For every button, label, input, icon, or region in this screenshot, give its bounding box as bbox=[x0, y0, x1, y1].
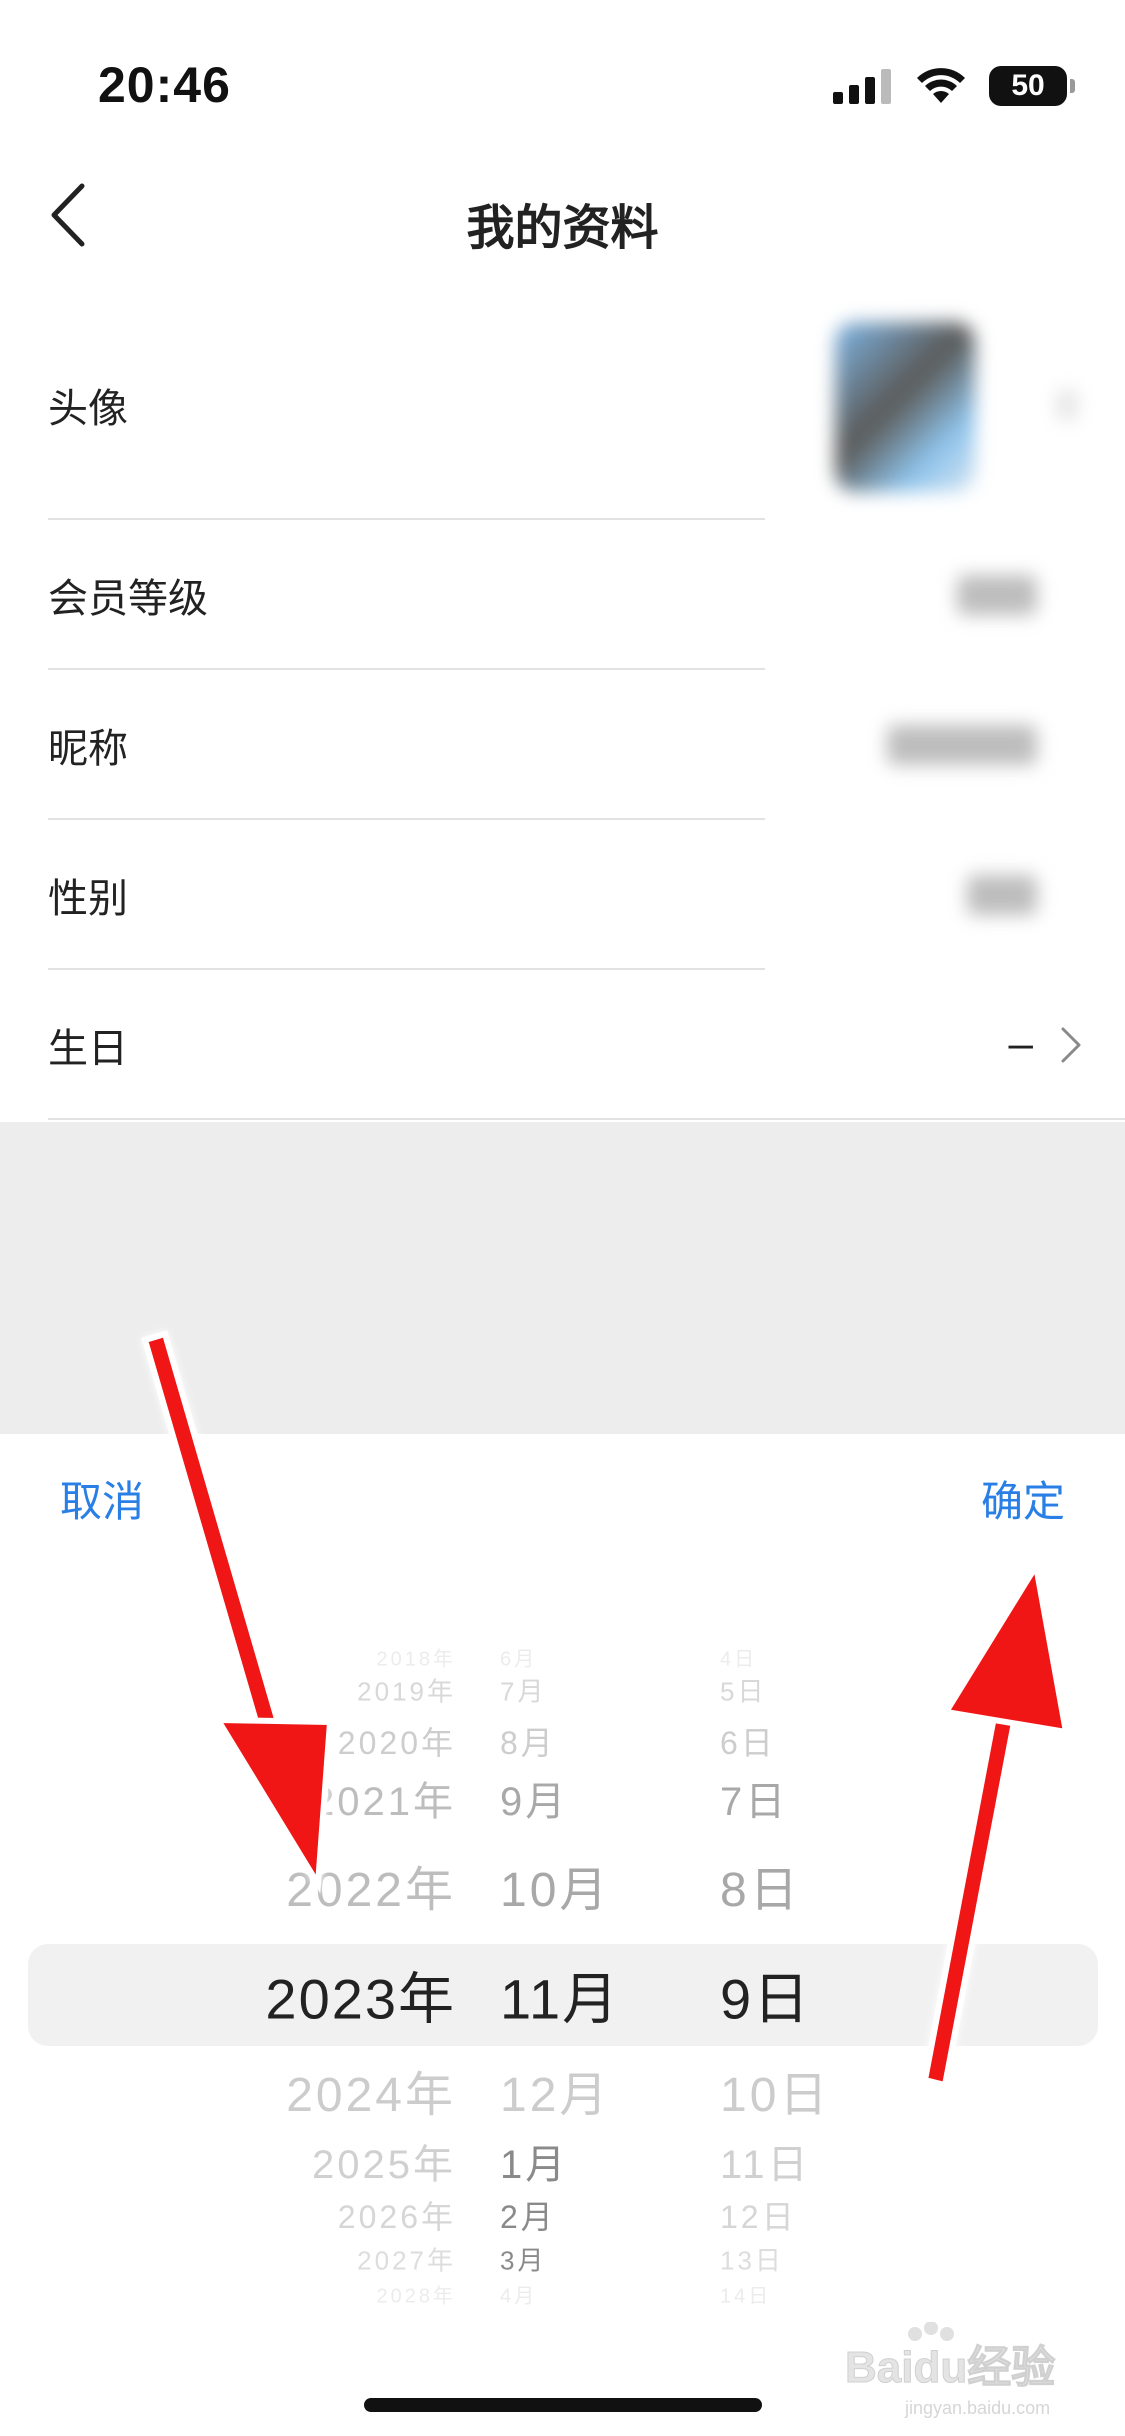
month-option[interactable]: 3月 bbox=[500, 2241, 546, 2278]
day-option[interactable]: 10日 bbox=[720, 2055, 830, 2125]
year-option[interactable]: 2026年 bbox=[338, 2192, 456, 2238]
birthday-label: 生日 bbox=[48, 1027, 128, 1071]
day-selected[interactable]: 9日 bbox=[720, 1955, 811, 2036]
year-selected[interactable]: 2023年 bbox=[265, 1955, 456, 2036]
baidu-paw-logo: Baidu经验 jingyan.baidu.com bbox=[845, 2321, 1056, 2418]
battery-level: 50 bbox=[1011, 69, 1045, 102]
day-wheel[interactable]: 4日 5日 6日 7日 8日 9日 10日 11日 12日 13日 14日 bbox=[720, 1434, 880, 2436]
member-level-label: 会员等级 bbox=[48, 577, 208, 621]
day-option[interactable]: 14日 bbox=[720, 2280, 771, 2309]
status-time: 20:46 bbox=[98, 57, 231, 113]
day-option[interactable]: 5日 bbox=[720, 1672, 766, 1709]
member-level-row[interactable]: 会员等级 bbox=[0, 520, 1125, 670]
year-option[interactable]: 2019年 bbox=[357, 1672, 456, 1709]
year-option[interactable]: 2024年 bbox=[286, 2055, 456, 2125]
nickname-row[interactable]: 昵称 bbox=[0, 670, 1125, 820]
confirm-button[interactable]: 确定 bbox=[981, 1468, 1065, 1529]
month-selected[interactable]: 11月 bbox=[500, 1955, 620, 2036]
gender-row[interactable]: 性别 bbox=[0, 820, 1125, 970]
month-option[interactable]: 4月 bbox=[500, 2280, 537, 2309]
nickname-value-blurred bbox=[887, 725, 1037, 765]
month-option[interactable]: 1月 bbox=[500, 2132, 568, 2190]
avatar[interactable] bbox=[835, 322, 975, 492]
wifi-icon bbox=[917, 68, 965, 103]
profile-list: 头像 会员等级 昵称 性别 生日 – bbox=[0, 290, 1125, 1120]
birthday-value: – bbox=[1008, 1019, 1033, 1068]
day-option[interactable]: 7日 bbox=[720, 1769, 788, 1827]
modal-backdrop[interactable] bbox=[0, 1122, 1125, 1434]
avatar-label: 头像 bbox=[48, 387, 128, 431]
year-option[interactable]: 2027年 bbox=[357, 2241, 456, 2278]
gender-value-blurred bbox=[967, 875, 1037, 915]
day-option[interactable]: 8日 bbox=[720, 1850, 801, 1920]
year-wheel[interactable]: 2018年 2019年 2020年 2021年 2022年 2023年 2024年 2025年… bbox=[210, 1434, 456, 2436]
chevron-right-icon bbox=[1057, 390, 1077, 420]
home-indicator[interactable] bbox=[364, 2398, 762, 2412]
day-option[interactable]: 13日 bbox=[720, 2241, 784, 2278]
year-option[interactable]: 2025年 bbox=[312, 2132, 456, 2190]
page-title: 我的资料 bbox=[466, 202, 659, 255]
date-picker-sheet: 取消 确定 2018年 2019年 2020年 2021年 2022年 2023年 2024… bbox=[0, 1434, 1125, 2436]
cancel-button[interactable]: 取消 bbox=[60, 1468, 144, 1529]
month-option[interactable]: 6月 bbox=[500, 1643, 537, 1672]
cellular-signal-icon bbox=[833, 69, 891, 104]
day-option[interactable]: 6日 bbox=[720, 1718, 776, 1764]
battery-icon: 50 bbox=[989, 66, 1075, 106]
nickname-label: 昵称 bbox=[48, 727, 128, 771]
month-wheel[interactable]: 6月 7月 8月 9月 10月 11月 12月 1月 2月 3月 4月 bbox=[500, 1434, 660, 2436]
day-option[interactable]: 12日 bbox=[720, 2192, 797, 2238]
divider bbox=[48, 1118, 1125, 1120]
year-option[interactable]: 2022年 bbox=[286, 1850, 456, 1920]
watermark-text: Baidu经验 bbox=[845, 2343, 1055, 2392]
watermark-subtext: jingyan.baidu.com bbox=[904, 2398, 1050, 2418]
status-bar: 20:46 50 bbox=[0, 0, 1125, 150]
month-option[interactable]: 9月 bbox=[500, 1769, 568, 1827]
year-option[interactable]: 2020年 bbox=[338, 1718, 456, 1764]
status-icons: 50 bbox=[833, 66, 1075, 106]
year-option[interactable]: 2028年 bbox=[377, 2280, 457, 2309]
nav-bar: 我的资料 bbox=[0, 150, 1125, 280]
avatar-row[interactable]: 头像 bbox=[0, 290, 1125, 520]
month-option[interactable]: 2月 bbox=[500, 2192, 556, 2238]
year-option[interactable]: 2021年 bbox=[312, 1769, 456, 1827]
month-option[interactable]: 12月 bbox=[500, 2055, 610, 2125]
member-level-value-blurred bbox=[957, 575, 1037, 615]
month-option[interactable]: 7月 bbox=[500, 1672, 546, 1709]
month-option[interactable]: 10月 bbox=[500, 1850, 610, 1920]
chevron-right-icon bbox=[1061, 1027, 1081, 1063]
gender-label: 性别 bbox=[48, 877, 128, 921]
day-option[interactable]: 4日 bbox=[720, 1643, 757, 1672]
day-option[interactable]: 11日 bbox=[720, 2132, 811, 2190]
year-option[interactable]: 2018年 bbox=[377, 1643, 457, 1672]
baidu-jingyan-watermark: Baidu经验 jingyan.baidu.com bbox=[845, 2321, 1085, 2422]
birthday-row[interactable]: 生日 – bbox=[0, 970, 1125, 1120]
month-option[interactable]: 8月 bbox=[500, 1718, 556, 1764]
